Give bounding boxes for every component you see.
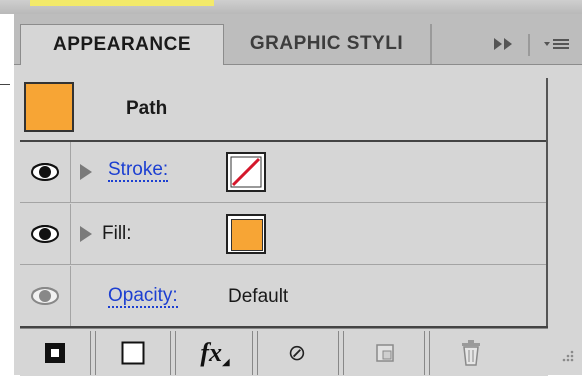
eye-icon xyxy=(31,225,59,243)
panel-menu-icon xyxy=(544,39,569,49)
fx-dropdown-corner-icon: ◢ xyxy=(221,356,230,368)
add-new-fill-button[interactable] xyxy=(106,335,160,371)
app-frame: APPEARANCE GRAPHIC STYLI Path Stroke: Fi… xyxy=(0,0,582,376)
clear-appearance-button[interactable]: ⊘ xyxy=(270,335,324,371)
duplicate-icon xyxy=(376,344,394,362)
empty-square-icon xyxy=(121,341,145,365)
path-label: Path xyxy=(126,98,168,119)
appearance-panel: APPEARANCE GRAPHIC STYLI Path Stroke: Fi… xyxy=(14,14,582,376)
stroke-row[interactable]: Stroke: xyxy=(20,142,548,203)
none-swatch-icon xyxy=(230,156,262,188)
panel-tab-bar: APPEARANCE GRAPHIC STYLI xyxy=(14,14,582,65)
highlight-strip xyxy=(30,0,214,6)
list-right-border xyxy=(546,78,548,326)
fill-swatch[interactable] xyxy=(226,214,266,254)
path-row[interactable]: Path xyxy=(20,78,548,142)
tab-appearance[interactable]: APPEARANCE xyxy=(20,24,224,65)
stroke-swatch[interactable] xyxy=(226,152,266,192)
trash-icon xyxy=(462,340,480,366)
stroke-expand-triangle-icon[interactable] xyxy=(80,164,92,180)
window-top-edge xyxy=(0,0,582,15)
add-new-stroke-button[interactable] xyxy=(28,335,82,371)
opacity-row[interactable]: Opacity: Default xyxy=(20,266,548,328)
filled-square-icon xyxy=(45,343,65,363)
panel-toolbar: fx ◢ ⊘ xyxy=(20,328,548,376)
canvas-tick xyxy=(0,84,10,85)
path-thumbnail xyxy=(24,82,74,132)
opacity-value: Default xyxy=(228,286,289,307)
fill-visibility-toggle[interactable] xyxy=(20,204,71,264)
resize-grip-icon[interactable] xyxy=(556,344,576,364)
add-new-effect-button[interactable]: fx ◢ xyxy=(188,335,242,371)
fill-label: Fill: xyxy=(102,223,132,244)
no-symbol-icon: ⊘ xyxy=(287,340,307,366)
header-divider xyxy=(528,34,530,56)
toolbar-separator xyxy=(424,331,430,375)
panel-menu-button[interactable] xyxy=(534,28,580,60)
delete-item-button[interactable] xyxy=(444,335,498,371)
toolbar-separator xyxy=(338,331,344,375)
toolbar-separator xyxy=(170,331,176,375)
toolbar-separator xyxy=(90,331,96,375)
fill-expand-triangle-icon[interactable] xyxy=(80,226,92,242)
double-chevron-right-icon xyxy=(494,38,512,50)
opacity-visibility-toggle[interactable] xyxy=(20,266,71,326)
tab-divider xyxy=(430,24,432,64)
eye-icon xyxy=(31,163,59,181)
fx-icon: fx xyxy=(200,338,222,367)
canvas-edge xyxy=(0,14,14,375)
fill-color-chip xyxy=(231,219,263,251)
toolbar-separator xyxy=(252,331,258,375)
stroke-visibility-toggle[interactable] xyxy=(20,142,71,202)
eye-icon xyxy=(31,287,59,305)
more-tabs-button[interactable] xyxy=(484,28,524,60)
fill-row[interactable]: Fill: xyxy=(20,204,548,265)
stroke-label-link[interactable]: Stroke: xyxy=(108,160,169,182)
tab-graphic-styles[interactable]: GRAPHIC STYLI xyxy=(224,24,429,64)
duplicate-item-button[interactable] xyxy=(358,335,412,371)
opacity-label-link[interactable]: Opacity: xyxy=(108,286,178,308)
